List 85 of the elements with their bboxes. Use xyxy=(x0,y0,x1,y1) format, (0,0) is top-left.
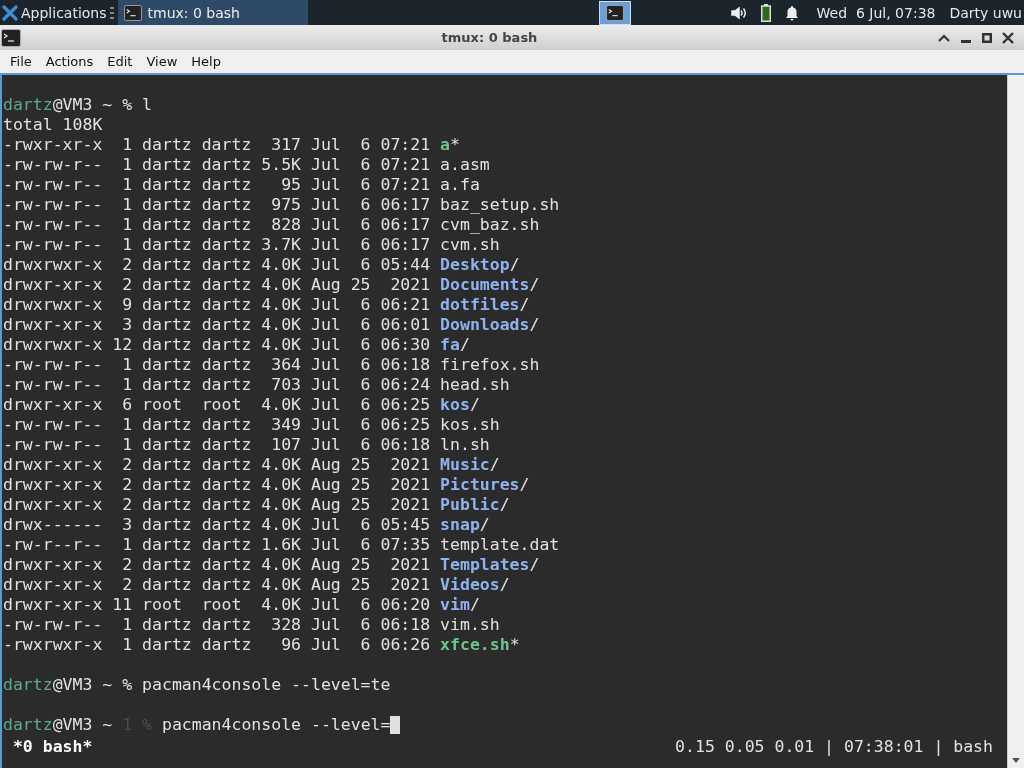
file-name: Documents/ xyxy=(440,275,540,295)
handle-icon xyxy=(109,6,114,19)
scrollbar[interactable] xyxy=(1007,75,1024,768)
shade-icon[interactable] xyxy=(938,33,950,42)
file-name: Music/ xyxy=(440,455,500,475)
file-name: cvm_baz.sh xyxy=(440,215,540,235)
file-info: drwxr-xr-x 11 root root 4.0K Jul 6 06:20 xyxy=(3,595,431,615)
app-menu-icon[interactable] xyxy=(2,4,18,21)
command-text: l xyxy=(142,95,152,115)
minimize-icon[interactable] xyxy=(960,39,972,44)
close-icon[interactable] xyxy=(1002,31,1014,44)
shell-prompt: dartz@VM3 ~ % xyxy=(3,95,133,115)
file-info: drwxr-xr-x 2 dartz dartz 4.0K Aug 25 2021 xyxy=(3,555,431,575)
window-icon xyxy=(1,28,21,47)
battery-icon[interactable] xyxy=(760,3,771,22)
file-name: Downloads/ xyxy=(440,315,540,335)
file-name: a.fa xyxy=(440,175,480,195)
file-name: Pictures/ xyxy=(440,475,530,495)
file-info: -rw-rw-r-- 1 dartz dartz 5.5K Jul 6 07:21 xyxy=(3,155,431,175)
file-info: drwxrwxr-x 12 dartz dartz 4.0K Jul 6 06:30 xyxy=(3,335,431,355)
file-name: cvm.sh xyxy=(440,235,500,255)
file-name: head.sh xyxy=(440,375,510,395)
menu-item[interactable]: Help xyxy=(184,54,228,69)
tmux-status-info: 0.15 0.05 0.01 | 07:38:01 | bash xyxy=(675,737,993,757)
file-info: drwx------ 3 dartz dartz 4.0K Jul 6 05:45 xyxy=(3,515,431,535)
file-name: kos.sh xyxy=(440,415,500,435)
menu-item[interactable]: Actions xyxy=(38,54,101,69)
workspace-button[interactable] xyxy=(598,0,631,25)
file-name: Videos/ xyxy=(440,575,510,595)
file-info: -rw-rw-r-- 1 dartz dartz 107 Jul 6 06:18 xyxy=(3,435,431,455)
volume-icon[interactable] xyxy=(730,5,747,20)
file-info: -rw-rw-r-- 1 dartz dartz 3.7K Jul 6 06:17 xyxy=(3,235,431,255)
file-name: firefox.sh xyxy=(440,355,540,375)
tmux-window-label: *0 bash* xyxy=(12,737,93,757)
file-name: a.asm xyxy=(440,155,490,175)
file-name: kos/ xyxy=(440,395,480,415)
file-name: ln.sh xyxy=(440,435,490,455)
file-name: snap/ xyxy=(440,515,490,535)
menu-item[interactable]: View xyxy=(139,54,185,69)
file-info: -rw-r--r-- 1 dartz dartz 1.6K Jul 6 07:35 xyxy=(3,535,431,555)
file-info: -rw-rw-r-- 1 dartz dartz 975 Jul 6 06:17 xyxy=(3,195,431,215)
file-info: drwxr-xr-x 2 dartz dartz 4.0K Aug 25 2021 xyxy=(3,495,431,515)
applications-menu[interactable]: Applications xyxy=(21,4,107,21)
menu-item[interactable]: Edit xyxy=(100,54,140,69)
file-name: fa/ xyxy=(440,335,470,355)
file-name: vim/ xyxy=(440,595,480,615)
file-info: drwxr-xr-x 6 root root 4.0K Jul 6 06:25 xyxy=(3,395,431,415)
terminal-icon xyxy=(123,4,142,21)
file-info: drwxr-xr-x 3 dartz dartz 4.0K Jul 6 06:01 xyxy=(3,315,431,335)
file-info: drwxrwxr-x 2 dartz dartz 4.0K Jul 6 05:44 xyxy=(3,255,431,275)
file-info: drwxr-xr-x 2 dartz dartz 4.0K Aug 25 2021 xyxy=(3,475,431,495)
file-info: -rwxr-xr-x 1 dartz dartz 317 Jul 6 07:21 xyxy=(3,135,431,155)
file-info: drwxr-xr-x 2 dartz dartz 4.0K Aug 25 2021 xyxy=(3,275,431,295)
file-info: -rw-rw-r-- 1 dartz dartz 364 Jul 6 06:18 xyxy=(3,355,431,375)
clock[interactable]: Wed 6 Jul, 07:38 xyxy=(816,4,936,21)
file-info: -rw-rw-r-- 1 dartz dartz 349 Jul 6 06:25 xyxy=(3,415,431,435)
file-info: -rw-rw-r-- 1 dartz dartz 703 Jul 6 06:24 xyxy=(3,375,431,395)
command-text: pacman4console --level=te xyxy=(142,675,391,695)
output-line: total 108K xyxy=(3,115,103,135)
terminal-icon xyxy=(605,4,624,21)
file-name: xfce.sh* xyxy=(440,635,520,655)
shell-prompt: dartz@VM3 ~ % xyxy=(3,675,133,695)
file-info: -rwxrwxr-x 1 dartz dartz 96 Jul 6 06:26 xyxy=(3,635,431,655)
maximize-icon[interactable] xyxy=(982,32,992,43)
file-info: -rw-rw-r-- 1 dartz dartz 828 Jul 6 06:17 xyxy=(3,215,431,235)
file-info: -rw-rw-r-- 1 dartz dartz 328 Jul 6 06:18 xyxy=(3,615,431,635)
command-text: pacman4console --level= xyxy=(161,715,391,735)
file-name: Desktop/ xyxy=(440,255,520,275)
scroll-down-icon[interactable] xyxy=(1012,758,1020,763)
file-name: Templates/ xyxy=(440,555,540,575)
taskbar-button[interactable]: tmux: 0 bash xyxy=(117,0,308,25)
file-name: template.dat xyxy=(440,535,560,555)
window-title: tmux: 0 bash xyxy=(440,30,539,45)
notification-bell-icon[interactable] xyxy=(784,4,799,21)
file-name: Public/ xyxy=(440,495,510,515)
file-name: a* xyxy=(440,135,460,155)
file-name: dotfiles/ xyxy=(440,295,530,315)
file-info: -rw-rw-r-- 1 dartz dartz 95 Jul 6 07:21 xyxy=(3,175,431,195)
user-name[interactable]: Darty uwu xyxy=(949,4,1022,21)
file-info: drwxrwxr-x 9 dartz dartz 4.0K Jul 6 06:21 xyxy=(3,295,431,315)
file-info: drwxr-xr-x 2 dartz dartz 4.0K Aug 25 2021 xyxy=(3,455,431,475)
file-name: vim.sh xyxy=(440,615,500,635)
menu-item[interactable]: File xyxy=(3,54,39,69)
file-name: baz_setup.sh xyxy=(440,195,560,215)
file-info: drwxr-xr-x 2 dartz dartz 4.0K Aug 25 2021 xyxy=(3,575,431,595)
